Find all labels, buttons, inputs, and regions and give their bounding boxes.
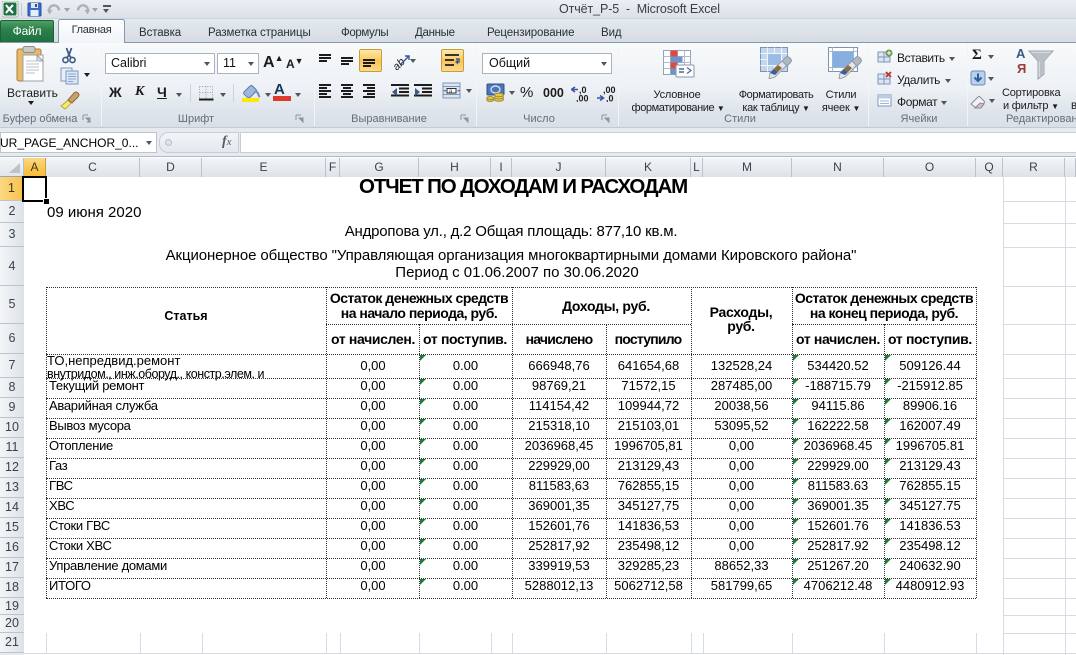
svg-text:Я: Я: [1017, 61, 1026, 76]
svg-text:ab: ab: [393, 56, 408, 70]
svg-text:А: А: [1016, 46, 1026, 61]
svg-text:,0: ,0: [606, 94, 614, 103]
svg-text:,00: ,00: [576, 94, 589, 103]
